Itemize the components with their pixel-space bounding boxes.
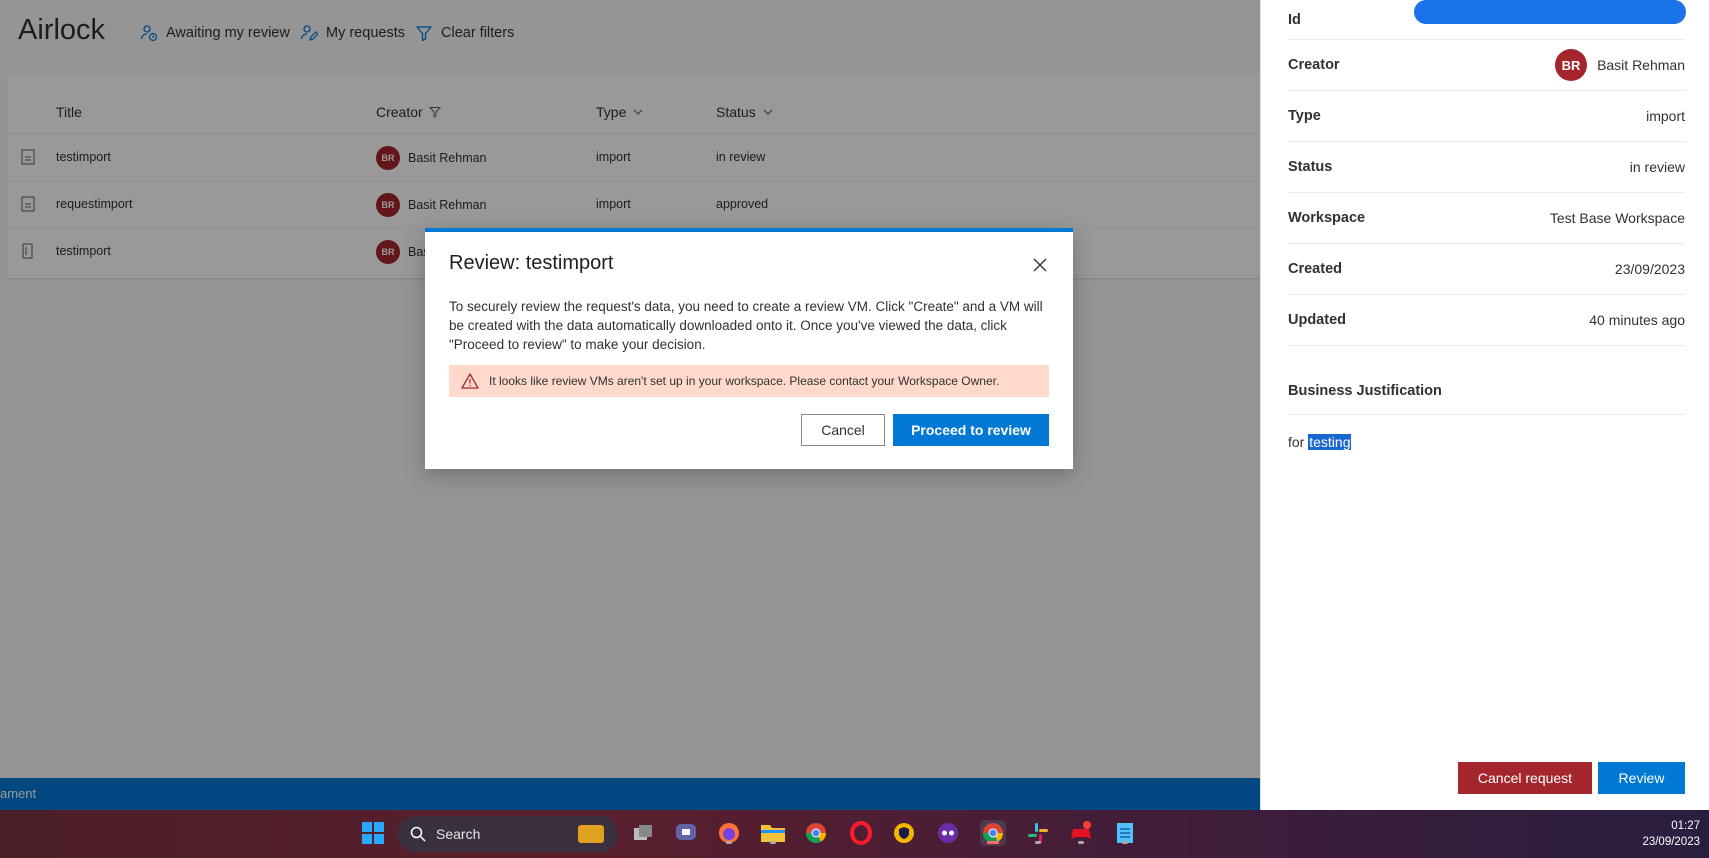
task-view-icon[interactable] bbox=[630, 820, 656, 846]
opera-icon[interactable] bbox=[848, 820, 874, 846]
prop-id-label: Id bbox=[1288, 11, 1301, 28]
review-button[interactable]: Review bbox=[1598, 762, 1685, 794]
justification-selected-text: testing bbox=[1308, 434, 1352, 450]
prop-status: Status in review bbox=[1288, 142, 1685, 193]
clock-time: 01:27 bbox=[1671, 820, 1700, 832]
prop-id: Id bbox=[1288, 0, 1685, 40]
prop-created-value: 23/09/2023 bbox=[1614, 261, 1685, 277]
active-indicator bbox=[987, 841, 999, 844]
incognito-app-icon[interactable] bbox=[935, 820, 961, 846]
dialog-title: Review: testimport bbox=[449, 252, 614, 274]
prop-creator: Creator BR Basit Rehman bbox=[1288, 40, 1685, 91]
notepad-icon[interactable] bbox=[1112, 820, 1138, 846]
prop-type: Type import bbox=[1288, 91, 1685, 142]
proceed-to-review-button[interactable]: Proceed to review bbox=[893, 414, 1049, 446]
prop-workspace-value: Test Base Workspace bbox=[1549, 210, 1685, 226]
prop-updated: Updated 40 minutes ago bbox=[1288, 295, 1685, 346]
taskbar-search[interactable]: Search bbox=[398, 816, 618, 852]
windows-start-icon[interactable] bbox=[360, 820, 386, 846]
chrome-profile-icon[interactable] bbox=[980, 820, 1006, 846]
chat-glyph-icon bbox=[676, 824, 696, 840]
firefox-icon[interactable] bbox=[716, 820, 742, 846]
prop-created: Created 23/09/2023 bbox=[1288, 244, 1685, 295]
prop-creator-value: BR Basit Rehman bbox=[1555, 49, 1685, 81]
business-justification-heading: Business Justification bbox=[1288, 383, 1442, 399]
file-explorer-icon[interactable] bbox=[760, 820, 786, 846]
dialog-body-text: To securely review the request's data, y… bbox=[449, 299, 1043, 352]
prop-workspace: Workspace Test Base Workspace bbox=[1288, 193, 1685, 244]
justification-prefix: for bbox=[1288, 434, 1305, 450]
mask-icon bbox=[938, 823, 958, 843]
running-indicator bbox=[1122, 841, 1128, 844]
running-indicator bbox=[770, 841, 776, 844]
chrome-icon[interactable] bbox=[803, 820, 829, 846]
prop-creator-label: Creator bbox=[1288, 57, 1340, 73]
search-label: Search bbox=[436, 826, 481, 842]
windows-logo-icon bbox=[362, 822, 384, 844]
opera-glyph-icon bbox=[850, 821, 872, 845]
game-app-icon[interactable] bbox=[1068, 820, 1094, 846]
warning-message-bar: It looks like review VMs aren't set up i… bbox=[449, 365, 1049, 397]
taskbar-clock[interactable]: 01:27 23/09/2023 bbox=[1612, 818, 1700, 850]
search-highlight-icon bbox=[578, 825, 604, 843]
teams-chat-icon[interactable] bbox=[673, 820, 699, 846]
warning-text: It looks like review VMs aren't set up i… bbox=[489, 374, 1000, 388]
divider bbox=[1288, 414, 1685, 415]
prop-type-value: import bbox=[1646, 108, 1685, 124]
prop-updated-label: Updated bbox=[1288, 312, 1346, 328]
avatar: BR bbox=[1555, 49, 1588, 81]
clock-date: 23/09/2023 bbox=[1642, 836, 1700, 848]
prop-type-label: Type bbox=[1288, 108, 1321, 124]
cancel-button[interactable]: Cancel bbox=[801, 414, 885, 446]
creator-name: Basit Rehman bbox=[1597, 57, 1685, 73]
running-indicator bbox=[726, 841, 732, 844]
running-indicator bbox=[1035, 841, 1041, 844]
prop-updated-value: 40 minutes ago bbox=[1589, 312, 1685, 328]
business-justification-text[interactable]: for testing bbox=[1288, 434, 1352, 450]
search-icon bbox=[410, 826, 426, 842]
prop-status-label: Status bbox=[1288, 159, 1333, 175]
close-icon[interactable] bbox=[1031, 256, 1049, 274]
chrome-glyph-icon bbox=[806, 823, 826, 843]
slack-icon[interactable] bbox=[1025, 820, 1051, 846]
running-indicator bbox=[1078, 841, 1084, 844]
prop-workspace-label: Workspace bbox=[1288, 210, 1366, 226]
task-view-glyph-icon bbox=[634, 825, 652, 840]
warning-icon bbox=[461, 373, 479, 389]
review-dialog: Review: testimport To securely review th… bbox=[425, 228, 1073, 469]
prop-created-label: Created bbox=[1288, 261, 1342, 277]
shield-icon bbox=[894, 823, 914, 843]
prop-status-value: in review bbox=[1629, 159, 1685, 175]
vpn-icon[interactable] bbox=[891, 820, 917, 846]
cancel-request-button[interactable]: Cancel request bbox=[1458, 762, 1592, 794]
